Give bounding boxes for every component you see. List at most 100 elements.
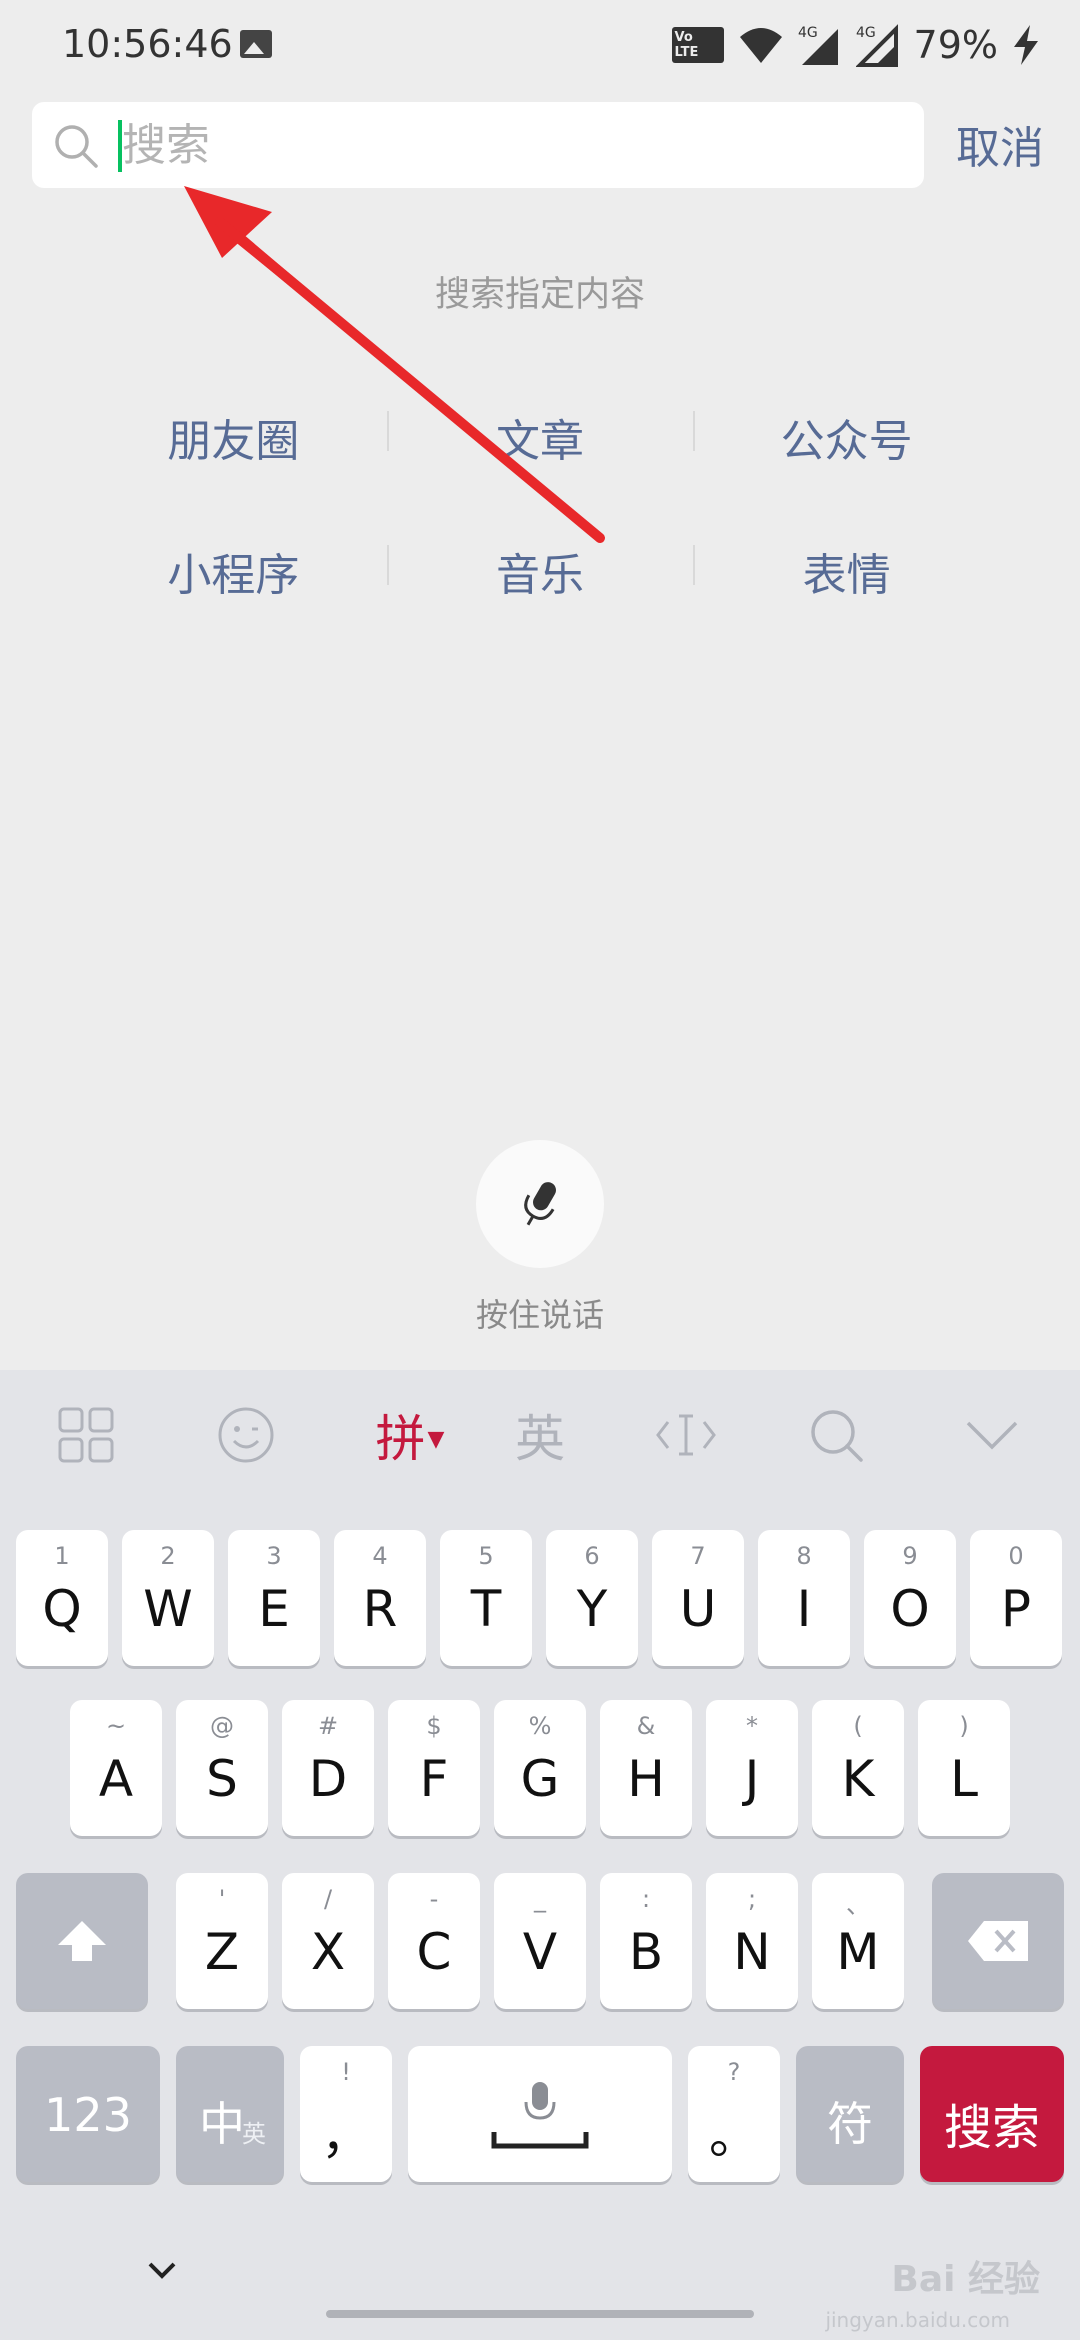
language-switch-key[interactable]: 中 英 xyxy=(176,2046,284,2182)
hold-to-talk-button[interactable] xyxy=(476,1140,604,1268)
chevron-down-icon xyxy=(966,1421,1018,1450)
key-g[interactable]: % G xyxy=(494,1700,586,1836)
category-grid: 朋友圈 文章 公众号 小程序 音乐 表情 xyxy=(80,370,1000,638)
key-main-label: I xyxy=(796,1580,812,1638)
symbols-key[interactable]: 符 xyxy=(796,2046,904,2182)
english-mode-button[interactable]: 英 xyxy=(500,1400,580,1470)
key-main-label: N xyxy=(733,1923,771,1981)
category-articles[interactable]: 文章 xyxy=(386,405,694,469)
key-main-label: L xyxy=(950,1750,978,1808)
backspace-icon xyxy=(968,1921,1028,1961)
status-time: 10:56:46 xyxy=(62,22,233,66)
status-icons: Vo LTE 4G 4G 79% xyxy=(671,20,1040,70)
key-sub-label: @ xyxy=(210,1712,234,1740)
key-main-label: V xyxy=(522,1923,558,1981)
search-submit-key[interactable]: 搜索 xyxy=(920,2046,1064,2182)
key-u[interactable]: 7U xyxy=(652,1530,744,1666)
shift-key[interactable] xyxy=(16,1873,148,2009)
key-main-label: P xyxy=(1000,1580,1032,1638)
key-main-label: W xyxy=(143,1580,193,1638)
search-input[interactable] xyxy=(122,110,902,180)
key-sub-label: 5 xyxy=(478,1542,494,1570)
key-s[interactable]: @ S xyxy=(176,1700,268,1836)
key-f[interactable]: $ F xyxy=(388,1700,480,1836)
key-main-label: M xyxy=(836,1923,880,1981)
key-sub-label: 6 xyxy=(584,1542,600,1570)
signal-icon-2: 4G xyxy=(855,24,898,67)
category-mini-programs[interactable]: 小程序 xyxy=(80,539,387,603)
key-w[interactable]: 2W xyxy=(122,1530,214,1666)
signal-icon-1: 4G xyxy=(798,25,838,65)
status-bar: 10:56:46 Vo LTE 4G 4G 79% xyxy=(0,0,1080,92)
magnifier-icon xyxy=(811,1410,863,1462)
numbers-key[interactable]: 123 xyxy=(16,2046,160,2182)
category-moments[interactable]: 朋友圈 xyxy=(80,405,387,469)
search-submit-label: 搜索 xyxy=(943,2100,1040,2156)
key-n[interactable]: ; N xyxy=(706,1873,798,2009)
key-sub-label: 8 xyxy=(796,1542,812,1570)
grid-icon xyxy=(58,1407,114,1463)
key-x[interactable]: / X xyxy=(282,1873,374,2009)
key-q[interactable]: 1Q xyxy=(16,1530,108,1666)
key-z[interactable]: ' Z xyxy=(176,1873,268,2009)
key-e[interactable]: 3E xyxy=(228,1530,320,1666)
comma-key-sub: ! xyxy=(341,2058,351,2086)
key-b[interactable]: :B xyxy=(600,1873,692,2009)
key-sub-label: ' xyxy=(218,1885,226,1913)
search-box[interactable] xyxy=(32,102,924,188)
key-k[interactable]: (K xyxy=(812,1700,904,1836)
key-sub-label: 9 xyxy=(902,1542,918,1570)
key-main-label: C xyxy=(416,1923,452,1981)
hide-keyboard-icon[interactable] xyxy=(952,1400,1032,1470)
cursor-edit-icon[interactable] xyxy=(646,1400,726,1470)
backspace-key[interactable] xyxy=(932,1873,1064,2009)
key-j[interactable]: * J xyxy=(706,1700,798,1836)
key-l[interactable]: ) L xyxy=(918,1700,1010,1836)
key-sub-label: & xyxy=(636,1712,656,1740)
key-main-label: D xyxy=(308,1750,348,1808)
key-sub-label: * xyxy=(746,1712,758,1740)
hold-to-talk-label: 按住说话 xyxy=(475,1296,604,1334)
key-sub-label: ( xyxy=(853,1712,863,1740)
key-sub-label: _ xyxy=(534,1885,546,1913)
key-m[interactable]: 、 M xyxy=(812,1873,904,2009)
key-sub-label: : xyxy=(641,1885,651,1913)
key-p[interactable]: 0P xyxy=(970,1530,1062,1666)
pinyin-mode-button[interactable]: 拼 ▼ xyxy=(360,1400,460,1470)
key-o[interactable]: 9O xyxy=(864,1530,956,1666)
key-r[interactable]: 4R xyxy=(334,1530,426,1666)
home-indicator[interactable] xyxy=(326,2310,754,2318)
key-a[interactable]: ~ A xyxy=(70,1700,162,1836)
caret-down-icon: ▼ xyxy=(427,1426,445,1452)
key-i[interactable]: 8I xyxy=(758,1530,850,1666)
category-row: 朋友圈 文章 公众号 xyxy=(80,370,1000,504)
key-y[interactable]: 6Y xyxy=(546,1530,638,1666)
category-stickers[interactable]: 表情 xyxy=(693,539,1000,603)
collapse-chevron-icon[interactable] xyxy=(140,2248,184,2292)
numbers-key-label: 123 xyxy=(44,2088,132,2142)
cancel-button[interactable]: 取消 xyxy=(956,112,1044,176)
key-h[interactable]: & H xyxy=(600,1700,692,1836)
comma-key[interactable]: ! ， xyxy=(300,2046,392,2182)
key-main-label: O xyxy=(890,1580,930,1638)
keyboard-search-icon[interactable] xyxy=(796,1400,876,1470)
key-sub-label: - xyxy=(429,1885,439,1913)
apps-grid-icon[interactable] xyxy=(46,1400,126,1470)
key-d[interactable]: # D xyxy=(282,1700,374,1836)
space-key[interactable] xyxy=(408,2046,672,2182)
category-music[interactable]: 音乐 xyxy=(386,539,694,603)
key-main-label: F xyxy=(419,1750,449,1808)
key-main-label: S xyxy=(206,1750,238,1808)
keyboard: 拼 ▼ 英 1Q2W3E4R5T6Y7U8I9O0P ~ A @ S # D $… xyxy=(0,1370,1080,2340)
category-official-accounts[interactable]: 公众号 xyxy=(693,405,1000,469)
key-t[interactable]: 5T xyxy=(440,1530,532,1666)
key-sub-label: # xyxy=(317,1712,339,1740)
key-main-label: G xyxy=(520,1750,560,1808)
key-c[interactable]: -C xyxy=(388,1873,480,2009)
gallery-notification-icon xyxy=(240,30,272,58)
period-key[interactable]: ? 。 xyxy=(688,2046,780,2182)
key-sub-label: ) xyxy=(959,1712,969,1740)
emoji-icon[interactable] xyxy=(206,1400,286,1470)
wifi-icon xyxy=(739,28,782,63)
key-v[interactable]: _ V xyxy=(494,1873,586,2009)
